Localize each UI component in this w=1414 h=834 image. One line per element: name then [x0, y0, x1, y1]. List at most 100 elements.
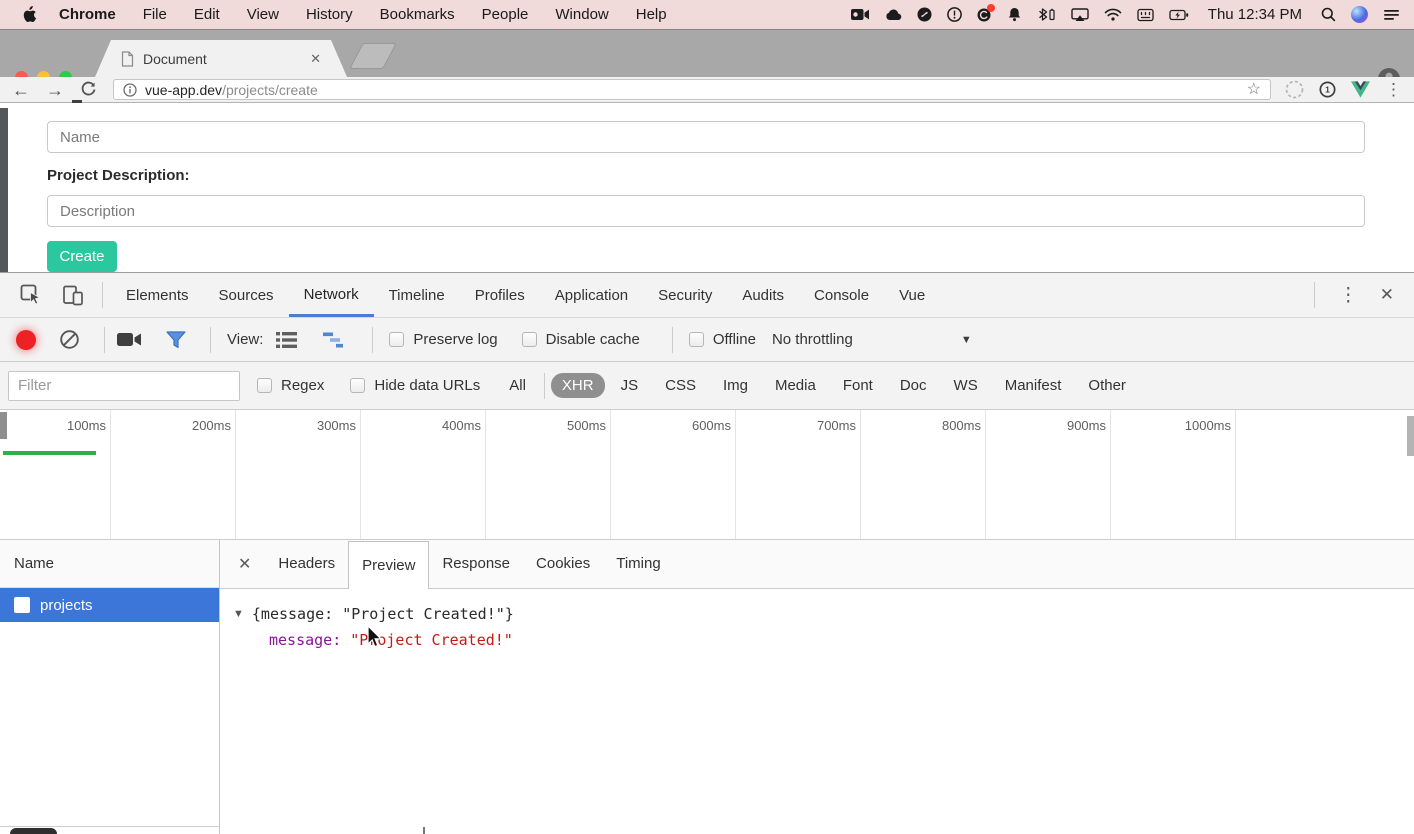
detail-tab-timing[interactable]: Timing	[603, 540, 673, 588]
project-description-input[interactable]	[47, 195, 1365, 227]
devtools-tab-network[interactable]: Network	[288, 273, 374, 317]
request-list-header[interactable]: Name	[0, 540, 219, 588]
throttling-dropdown[interactable]: No throttling	[772, 331, 853, 348]
disable-cache-checkbox[interactable]	[521, 332, 537, 347]
devtools-close-icon[interactable]: ✕	[1380, 285, 1394, 305]
request-row-projects[interactable]: projects	[0, 588, 219, 622]
bell-icon[interactable]	[1007, 7, 1022, 22]
tab-close-icon[interactable]: ✕	[310, 51, 321, 67]
filter-type-ws[interactable]: WS	[943, 373, 989, 398]
back-button[interactable]: ←	[12, 81, 30, 99]
record-button[interactable]	[16, 329, 36, 350]
devtools-tab-timeline[interactable]: Timeline	[374, 273, 460, 317]
detail-tab-cookies[interactable]: Cookies	[523, 540, 603, 588]
browser-menu-icon[interactable]: ⋮	[1385, 81, 1402, 98]
filter-type-img[interactable]: Img	[712, 373, 759, 398]
inspect-element-icon[interactable]	[19, 283, 43, 307]
screenshot-camera-icon[interactable]	[117, 331, 142, 348]
filter-input[interactable]	[8, 370, 240, 401]
throttling-caret-icon[interactable]: ▼	[961, 334, 972, 346]
siri-icon[interactable]	[1351, 6, 1368, 23]
regex-label[interactable]: Regex	[281, 377, 324, 394]
divider	[372, 326, 374, 353]
alert-circle-icon[interactable]	[946, 7, 962, 22]
list-view-icon[interactable]	[275, 331, 298, 349]
filter-type-font[interactable]: Font	[832, 373, 884, 398]
offline-checkbox[interactable]	[688, 332, 704, 347]
filter-funnel-icon[interactable]	[166, 330, 186, 349]
menu-window[interactable]: Window	[555, 6, 608, 23]
devtools-tab-vue[interactable]: Vue	[884, 273, 940, 317]
regex-checkbox[interactable]	[257, 378, 272, 393]
page-info-icon[interactable]	[123, 82, 137, 97]
expand-triangle-icon[interactable]: ▼	[233, 608, 244, 620]
filter-type-xhr[interactable]: XHR	[550, 373, 605, 398]
filter-type-other[interactable]: Other	[1077, 373, 1137, 398]
airplay-display-icon[interactable]	[1071, 7, 1089, 22]
bookmark-star-icon[interactable]: ☆	[1247, 81, 1261, 98]
detail-tab-headers[interactable]: Headers	[265, 540, 348, 588]
detail-tab-preview[interactable]: Preview	[348, 540, 430, 590]
menu-bookmarks[interactable]: Bookmarks	[380, 6, 455, 23]
new-tab-button[interactable]	[349, 43, 397, 69]
clear-requests-icon[interactable]	[59, 329, 80, 350]
menu-clock[interactable]: Thu 12:34 PM	[1208, 6, 1302, 23]
devtools-tab-console[interactable]: Console	[799, 273, 884, 317]
detail-close-icon[interactable]: ✕	[238, 554, 251, 574]
json-root-line[interactable]: ▼ {message: "Project Created!"}	[233, 605, 514, 623]
address-bar[interactable]: vue-app.dev/projects/create ☆	[113, 79, 1271, 100]
devtools-tab-application[interactable]: Application	[540, 273, 643, 317]
filter-type-all[interactable]: All	[498, 373, 537, 398]
horizontal-scrollbar-thumb[interactable]	[10, 828, 57, 834]
spotlight-search-icon[interactable]	[1321, 7, 1336, 22]
network-overview[interactable]: 100ms 200ms 300ms 400ms 500ms 600ms 700m…	[0, 410, 1414, 540]
menu-history[interactable]: History	[306, 6, 353, 23]
vue-devtools-icon[interactable]	[1351, 81, 1370, 98]
devtools-tab-profiles[interactable]: Profiles	[460, 273, 540, 317]
offline-label[interactable]: Offline	[713, 331, 756, 348]
create-button[interactable]: Create	[47, 241, 117, 272]
filter-type-css[interactable]: CSS	[654, 373, 707, 398]
onepassword-icon[interactable]: 1	[1319, 81, 1336, 98]
menu-view[interactable]: View	[247, 6, 279, 23]
devtools-menu-icon[interactable]: ⋮	[1323, 284, 1374, 307]
keyboard-icon[interactable]	[1137, 8, 1154, 22]
battery-charging-icon[interactable]	[1169, 8, 1189, 22]
apple-menu-icon[interactable]	[22, 6, 37, 23]
wifi-icon[interactable]	[1104, 8, 1122, 21]
disable-cache-label[interactable]: Disable cache	[546, 331, 640, 348]
extension-circle-icon[interactable]	[1285, 80, 1304, 99]
filter-type-media[interactable]: Media	[764, 373, 827, 398]
screen-record-icon[interactable]	[850, 8, 870, 21]
project-name-input[interactable]	[47, 121, 1365, 153]
menu-edit[interactable]: Edit	[194, 6, 220, 23]
reload-button[interactable]	[80, 81, 97, 98]
cloud-icon[interactable]	[885, 8, 902, 21]
notification-center-icon[interactable]	[1383, 8, 1400, 21]
filter-type-manifest[interactable]: Manifest	[994, 373, 1073, 398]
app-badge-icon[interactable]	[977, 4, 995, 22]
overview-right-scrollbar[interactable]	[1407, 416, 1414, 456]
menu-app-name[interactable]: Chrome	[59, 6, 116, 23]
menu-people[interactable]: People	[482, 6, 529, 23]
detail-tab-response[interactable]: Response	[429, 540, 523, 588]
forward-button[interactable]: →	[46, 81, 64, 99]
browser-tab-document[interactable]: Document ✕	[95, 40, 347, 77]
hide-data-urls-checkbox[interactable]	[350, 378, 366, 393]
preserve-log-label[interactable]: Preserve log	[413, 331, 497, 348]
overview-left-scrollbar[interactable]	[0, 412, 7, 439]
waterfall-view-icon[interactable]	[322, 331, 348, 349]
devtools-tab-security[interactable]: Security	[643, 273, 727, 317]
devtools-tab-elements[interactable]: Elements	[111, 273, 204, 317]
devtools-tab-audits[interactable]: Audits	[727, 273, 799, 317]
bluetooth-battery-icon[interactable]	[1037, 7, 1056, 22]
filter-type-doc[interactable]: Doc	[889, 373, 938, 398]
menu-file[interactable]: File	[143, 6, 167, 23]
filter-type-js[interactable]: JS	[610, 373, 650, 398]
devtools-tab-sources[interactable]: Sources	[204, 273, 289, 317]
shazam-icon[interactable]	[917, 7, 932, 22]
menu-help[interactable]: Help	[636, 6, 667, 23]
hide-data-urls-label[interactable]: Hide data URLs	[374, 377, 480, 394]
device-toolbar-icon[interactable]	[61, 283, 85, 307]
preserve-log-checkbox[interactable]	[389, 332, 405, 347]
